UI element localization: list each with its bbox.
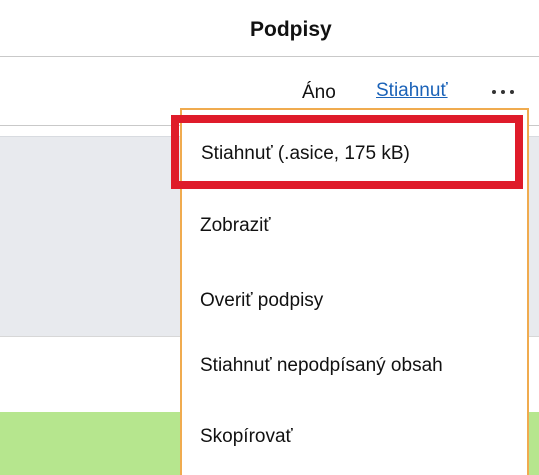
dot-icon bbox=[510, 90, 514, 94]
menu-item-view[interactable]: Zobraziť bbox=[200, 215, 270, 237]
signature-value: Áno bbox=[302, 82, 336, 103]
menu-item-download-asice[interactable]: Stiahnuť (.asice, 175 kB) bbox=[201, 143, 410, 165]
dot-icon bbox=[492, 90, 496, 94]
dot-icon bbox=[501, 90, 505, 94]
menu-item-copy[interactable]: Skopírovať bbox=[200, 426, 293, 448]
download-link[interactable]: Stiahnuť bbox=[376, 80, 448, 102]
more-icon[interactable] bbox=[490, 79, 516, 101]
menu-item-verify-signatures[interactable]: Overiť podpisy bbox=[200, 290, 323, 312]
page-title: Podpisy bbox=[250, 18, 332, 41]
menu-item-download-unsigned-content[interactable]: Stiahnuť nepodpísaný obsah bbox=[200, 355, 443, 377]
